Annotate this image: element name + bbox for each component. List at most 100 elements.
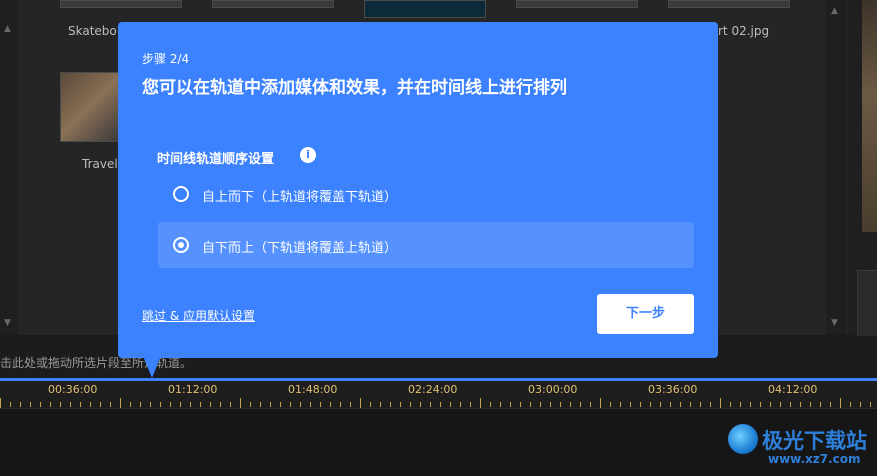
- ruler-tick: [490, 402, 491, 407]
- ruler-tick: [280, 402, 281, 407]
- ruler-tick: [300, 402, 301, 407]
- ruler-tick: [640, 402, 641, 407]
- ruler-tick: [240, 398, 241, 408]
- ruler-tick: [290, 402, 291, 407]
- ruler-tick: [610, 402, 611, 407]
- ruler-tick: [420, 402, 421, 407]
- option-label: 自下而上（下轨道将覆盖上轨道）: [202, 241, 398, 256]
- track-order-heading: 时间线轨道顺序设置: [157, 152, 275, 167]
- option-bottom-up[interactable]: 自下而上（下轨道将覆盖上轨道）: [158, 222, 694, 268]
- ruler-tick: [140, 402, 141, 407]
- ruler-tick: [330, 402, 331, 407]
- media-thumbnail[interactable]: [364, 0, 486, 18]
- ruler-tick: [600, 398, 601, 408]
- ruler-tick: [120, 398, 121, 408]
- ruler-tick-label: 04:12:00: [768, 383, 818, 396]
- ruler-tick: [230, 402, 231, 407]
- ruler-tick: [270, 402, 271, 407]
- scroll-down-icon[interactable]: ▼: [4, 318, 11, 328]
- ruler-tick: [800, 402, 801, 407]
- watermark-logo: [728, 424, 758, 454]
- ruler-tick: [380, 402, 381, 407]
- ruler-tick: [30, 402, 31, 407]
- ruler-tick: [350, 402, 351, 407]
- next-step-button[interactable]: 下一步: [597, 294, 694, 334]
- ruler-tick: [40, 402, 41, 407]
- radio-button-selected[interactable]: [173, 237, 189, 253]
- library-scrollbar-left[interactable]: ▲ ▼: [0, 0, 18, 335]
- ruler-tick: [770, 402, 771, 407]
- ruler-tick-label: 01:12:00: [168, 383, 218, 396]
- ruler-tick: [480, 398, 481, 408]
- preview-controls[interactable]: [857, 270, 877, 337]
- ruler-tick: [660, 402, 661, 407]
- ruler-tick: [50, 402, 51, 407]
- ruler-tick: [630, 402, 631, 407]
- ruler-tick: [700, 402, 701, 407]
- media-thumbnail[interactable]: [668, 0, 790, 8]
- library-scrollbar-right[interactable]: ▲ ▼: [826, 0, 846, 335]
- ruler-tick: [540, 402, 541, 407]
- scroll-up-icon[interactable]: ▲: [4, 24, 11, 34]
- ruler-tick: [260, 402, 261, 407]
- ruler-tick: [620, 402, 621, 407]
- ruler-tick: [150, 402, 151, 407]
- preview-image: [862, 0, 877, 232]
- ruler-tick: [90, 402, 91, 407]
- skip-default-link[interactable]: 跳过 & 应用默认设置: [142, 307, 255, 324]
- media-thumbnail[interactable]: [212, 0, 334, 8]
- ruler-tick: [760, 402, 761, 407]
- ruler-tick: [70, 402, 71, 407]
- ruler-tick: [0, 398, 1, 408]
- ruler-tick: [840, 398, 841, 408]
- ruler-tick: [60, 402, 61, 407]
- ruler-tick: [360, 398, 361, 408]
- media-label: rt 02.jpg: [718, 24, 770, 38]
- ruler-tick: [740, 402, 741, 407]
- ruler-tick: [250, 402, 251, 407]
- option-label: 自上而下（上轨道将覆盖下轨道）: [202, 190, 398, 205]
- ruler-tick: [580, 402, 581, 407]
- ruler-tick: [180, 402, 181, 407]
- ruler-tick: [320, 402, 321, 407]
- media-thumbnail[interactable]: [516, 0, 638, 8]
- scroll-down-icon[interactable]: ▼: [831, 318, 838, 328]
- ruler-tick-label: 02:24:00: [408, 383, 458, 396]
- ruler-tick: [550, 402, 551, 407]
- watermark-name: 极光下载站: [762, 429, 867, 453]
- ruler-tick: [20, 402, 21, 407]
- ruler-tick-label: 00:36:00: [48, 383, 98, 396]
- media-thumbnail-travel[interactable]: [60, 72, 120, 142]
- ruler-tick: [460, 402, 461, 407]
- ruler-tick: [80, 402, 81, 407]
- ruler-tick: [830, 402, 831, 407]
- radio-button[interactable]: [173, 186, 189, 202]
- ruler-tick: [650, 402, 651, 407]
- ruler-tick: [470, 402, 471, 407]
- ruler-tick: [520, 402, 521, 407]
- ruler-tick: [10, 402, 11, 407]
- ruler-tick: [430, 402, 431, 407]
- media-label: Travel: [82, 157, 118, 171]
- ruler-tick: [340, 402, 341, 407]
- ruler-tick: [780, 402, 781, 407]
- ruler-tick: [860, 402, 861, 407]
- ruler-tick: [110, 402, 111, 407]
- ruler-tick: [160, 402, 161, 407]
- ruler-tick: [530, 402, 531, 407]
- media-thumbnail[interactable]: [60, 0, 182, 8]
- ruler-tick: [130, 402, 131, 407]
- ruler-tick: [730, 402, 731, 407]
- ruler-tick: [500, 402, 501, 407]
- ruler-tick: [570, 402, 571, 407]
- watermark-url: www.xz7.com: [768, 452, 861, 466]
- ruler-tick: [670, 402, 671, 407]
- ruler-tick: [440, 402, 441, 407]
- scroll-up-icon[interactable]: ▲: [831, 6, 838, 16]
- option-top-down[interactable]: 自上而下（上轨道将覆盖下轨道）: [158, 171, 694, 217]
- ruler-tick: [560, 402, 561, 407]
- info-icon[interactable]: i: [300, 147, 316, 163]
- ruler-tick: [390, 402, 391, 407]
- ruler-tick: [720, 398, 721, 408]
- ruler-tick: [590, 402, 591, 407]
